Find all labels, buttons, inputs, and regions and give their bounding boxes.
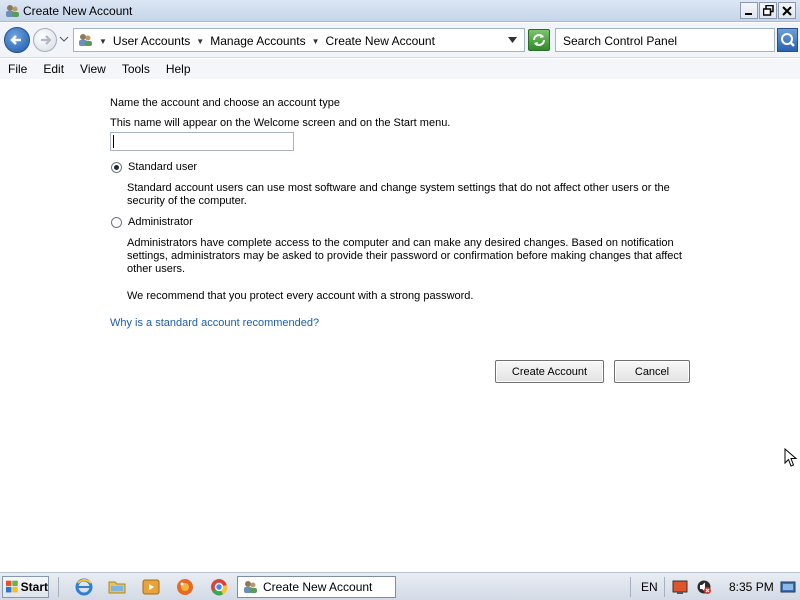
administrator-radio[interactable]	[111, 217, 122, 228]
page-heading: Name the account and choose an account t…	[110, 97, 340, 109]
menu-edit[interactable]: Edit	[35, 59, 72, 79]
mouse-cursor-icon	[784, 448, 798, 467]
why-standard-account-link[interactable]: Why is a standard account recommended?	[110, 317, 319, 329]
taskbar-window-title: Create New Account	[263, 580, 373, 594]
breadcrumb-arrow-icon[interactable]: ▼	[312, 37, 320, 46]
refresh-icon	[533, 34, 545, 46]
text-caret	[113, 135, 114, 148]
breadcrumb-arrow-icon[interactable]: ▼	[99, 37, 107, 46]
breadcrumb-arrow-icon[interactable]: ▼	[196, 37, 204, 46]
forward-button[interactable]	[33, 28, 57, 52]
main-content: Name the account and choose an account t…	[0, 80, 800, 572]
volume-muted-icon[interactable]	[696, 579, 712, 595]
taskbar-window-button[interactable]: Create New Account	[237, 576, 396, 598]
language-indicator[interactable]: EN	[641, 580, 658, 594]
user-accounts-icon	[244, 581, 257, 593]
start-button[interactable]: Start	[2, 576, 49, 598]
search-icon	[781, 33, 795, 47]
windows-logo-icon	[6, 580, 18, 593]
breadcrumb-create-new-account[interactable]: Create New Account	[326, 34, 435, 48]
forward-arrow-icon	[41, 35, 52, 45]
media-player-icon[interactable]	[142, 578, 160, 596]
address-dropdown-icon[interactable]	[508, 37, 517, 44]
taskbar-separator	[58, 577, 59, 597]
user-accounts-icon	[6, 5, 19, 17]
cancel-button[interactable]: Cancel	[614, 360, 690, 383]
refresh-button[interactable]	[528, 29, 550, 51]
navigation-bar: ▼ User Accounts ▼ Manage Accounts ▼ Crea…	[0, 23, 800, 58]
close-button[interactable]	[778, 2, 796, 19]
recent-pages-dropdown-icon[interactable]	[59, 34, 69, 44]
account-name-input[interactable]	[110, 132, 294, 151]
menu-bar: File Edit View Tools Help	[0, 59, 800, 79]
name-instructions: This name will appear on the Welcome scr…	[110, 117, 451, 129]
taskbar-separator	[630, 577, 631, 597]
breadcrumb-user-accounts[interactable]: User Accounts	[113, 34, 190, 48]
control-panel-icon	[79, 34, 92, 46]
address-bar[interactable]: ▼ User Accounts ▼ Manage Accounts ▼ Crea…	[73, 28, 525, 52]
menu-help[interactable]: Help	[158, 59, 199, 79]
title-bar: Create New Account	[0, 0, 800, 22]
search-button[interactable]	[777, 28, 798, 52]
create-account-button[interactable]: Create Account	[495, 360, 604, 383]
taskbar-separator	[664, 577, 665, 597]
restore-icon	[762, 5, 774, 16]
back-arrow-icon	[10, 35, 21, 45]
window-title: Create New Account	[23, 4, 133, 18]
menu-file[interactable]: File	[0, 59, 35, 79]
search-input[interactable]: Search Control Panel	[555, 28, 775, 52]
menu-view[interactable]: View	[72, 59, 114, 79]
tray-app-icon[interactable]	[672, 579, 688, 595]
taskbar: Start Create New Account EN 8:35 PM	[0, 572, 800, 600]
system-clock[interactable]: 8:35 PM	[729, 580, 774, 594]
close-icon	[782, 5, 792, 16]
folder-icon[interactable]	[108, 578, 126, 596]
breadcrumb: ▼ User Accounts ▼ Manage Accounts ▼ Crea…	[97, 34, 435, 48]
show-desktop-icon[interactable]	[780, 579, 796, 595]
minimize-button[interactable]	[740, 2, 758, 19]
restore-button[interactable]	[759, 2, 777, 19]
chrome-icon[interactable]	[210, 578, 228, 596]
start-label: Start	[20, 580, 48, 594]
administrator-description: Administrators have complete access to t…	[127, 237, 682, 275]
minimize-icon	[745, 12, 752, 15]
standard-user-label[interactable]: Standard user	[128, 161, 197, 173]
breadcrumb-manage-accounts[interactable]: Manage Accounts	[210, 34, 305, 48]
firefox-icon[interactable]	[176, 578, 194, 596]
standard-user-description: Standard account users can use most soft…	[127, 182, 670, 207]
internet-explorer-icon[interactable]	[75, 578, 93, 596]
password-recommendation: We recommend that you protect every acco…	[127, 290, 474, 302]
back-button[interactable]	[4, 27, 30, 53]
menu-tools[interactable]: Tools	[114, 59, 158, 79]
standard-user-radio[interactable]	[111, 162, 122, 173]
administrator-label[interactable]: Administrator	[128, 216, 193, 228]
